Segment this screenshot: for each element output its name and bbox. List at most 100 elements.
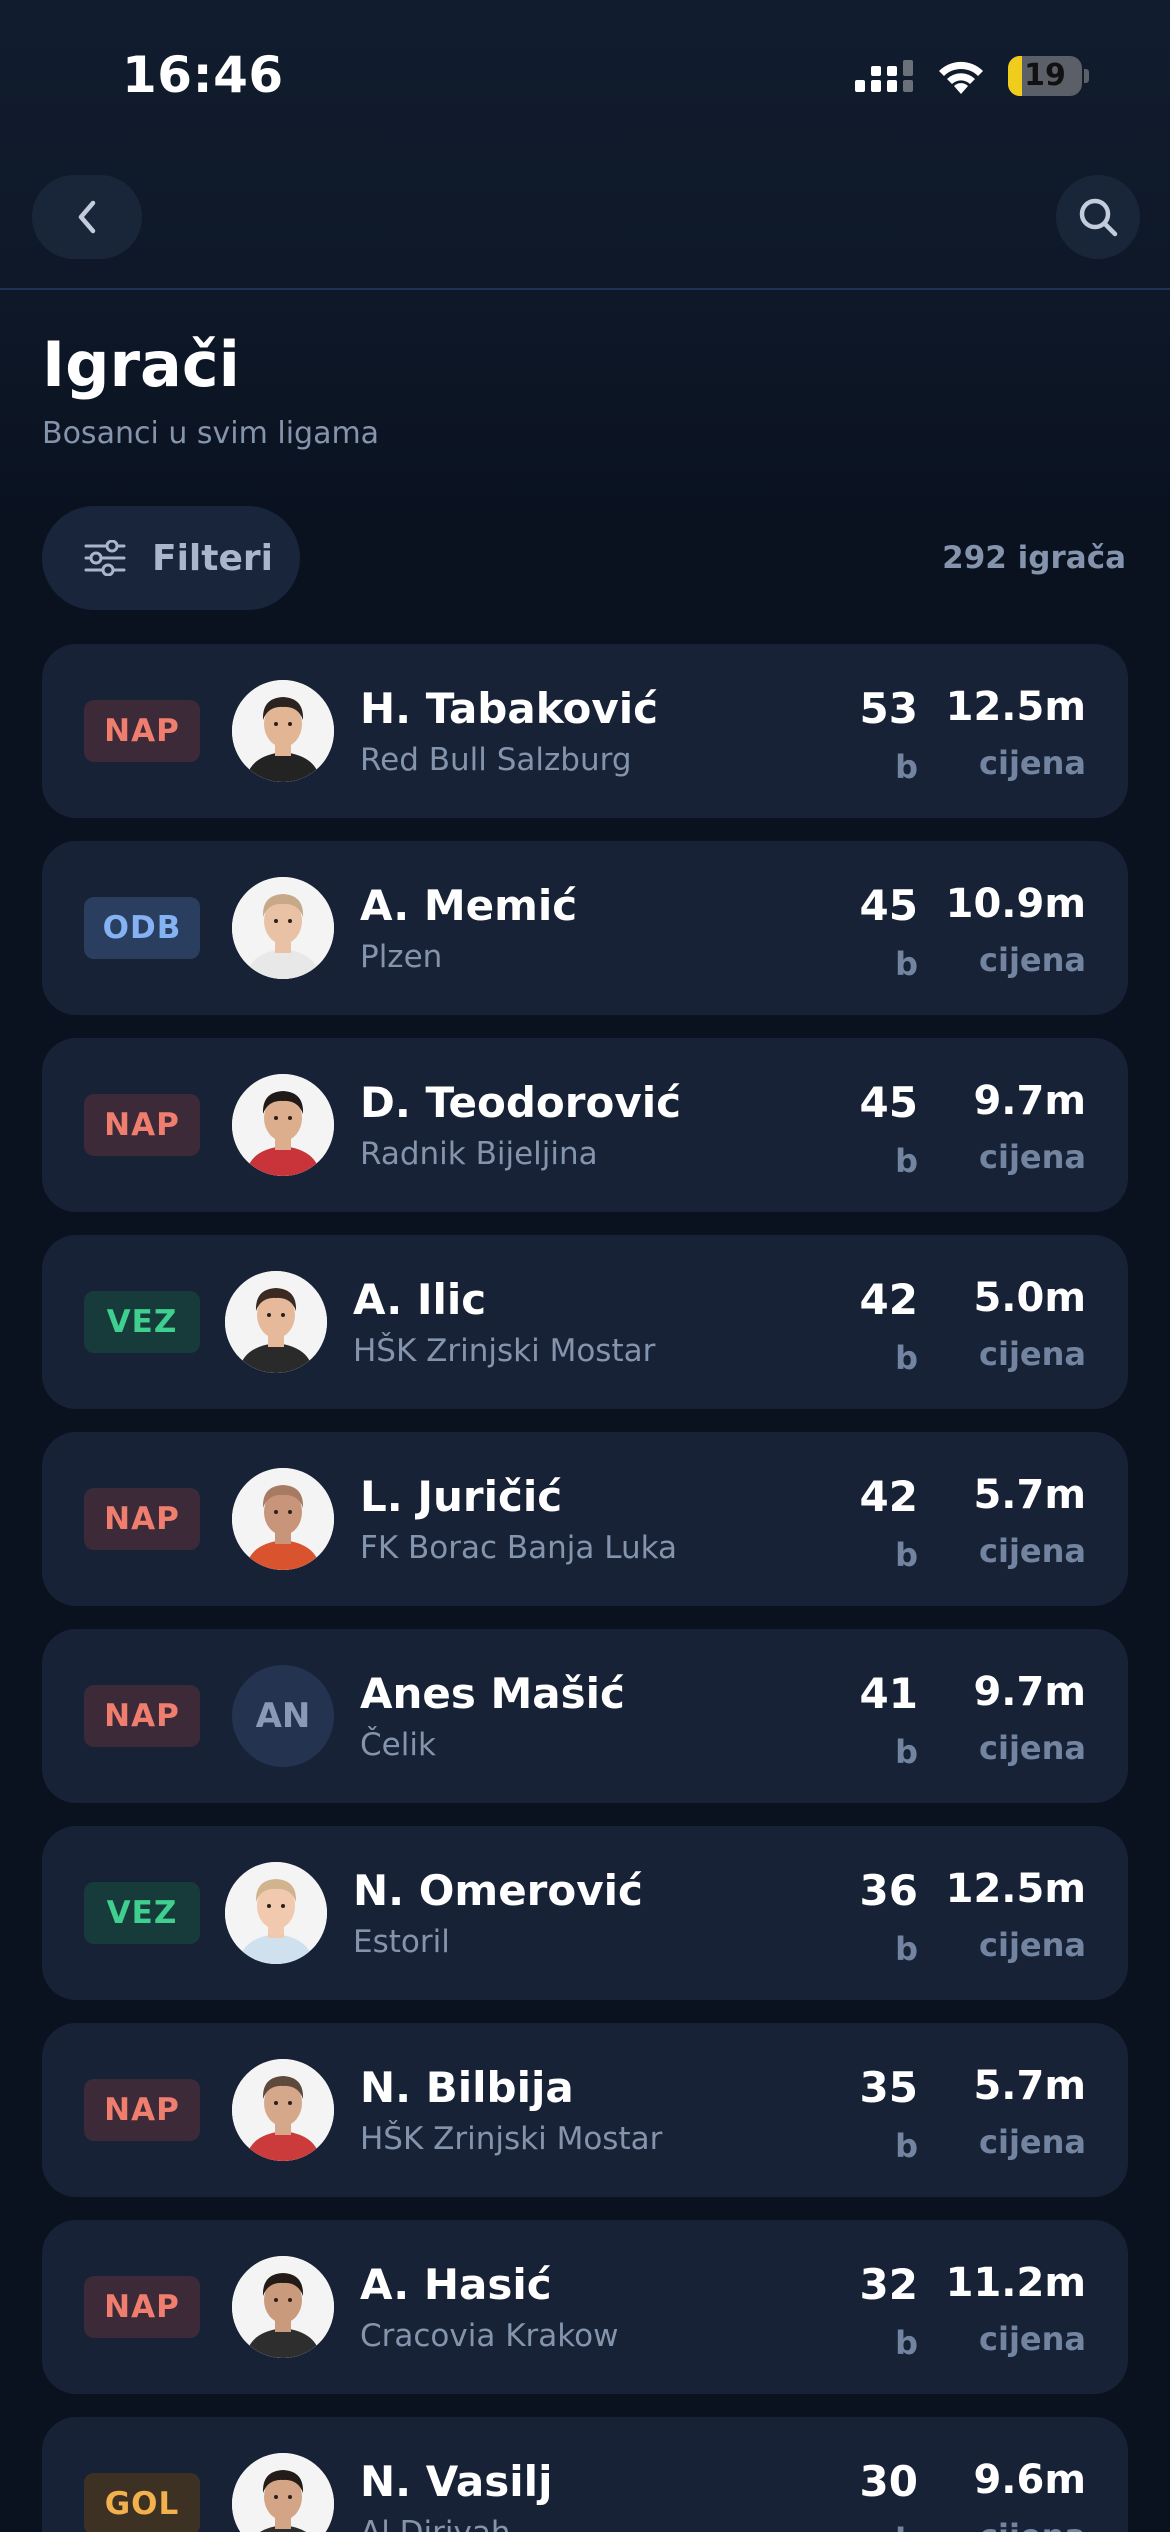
player-row[interactable]: NAP A. Hasić Cracovia Krakow 32 b 11.2m cijena [42,2220,1128,2394]
player-name: L. Juričić [360,1472,563,1521]
player-club: HŠK Zrinjski Mostar [360,2121,663,2157]
player-points: 42 [859,1472,918,1521]
app-screen: 16:46 19 Igrači Bosanci u svim ligama Fi… [0,0,1170,2532]
player-club: Radnik Bijeljina [360,1136,598,1172]
player-row[interactable]: NAP N. Bilbija HŠK Zrinjski Mostar 35 b 5.7m c… [42,2023,1128,2197]
player-points: 41 [859,1669,918,1718]
points-unit-label: b [895,2324,918,2362]
points-unit-label: b [895,2127,918,2165]
player-avatar [232,2453,334,2532]
position-badge: NAP [84,1685,200,1747]
price-unit-label: cijena [979,1926,1086,1964]
player-name: Anes Mašić [360,1669,625,1718]
price-unit-label: cijena [979,1138,1086,1176]
points-unit-label: b [895,748,918,786]
player-avatar [232,1074,334,1176]
player-points: 45 [859,1078,918,1127]
price-unit-label: cijena [979,1335,1086,1373]
position-badge: GOL [84,2473,200,2532]
player-name: H. Tabaković [360,684,659,733]
player-name: D. Teodorović [360,1078,682,1127]
position-badge: VEZ [84,1882,200,1944]
player-points: 42 [859,1275,918,1324]
search-icon [1079,198,1118,237]
chevron-left-icon [78,200,96,234]
player-price: 9.6m [973,2457,1086,2503]
sliders-icon [84,540,126,576]
price-unit-label: cijena [979,2517,1086,2532]
points-unit-label: b [895,1339,918,1377]
player-avatar [232,680,334,782]
position-badge: NAP [84,2276,200,2338]
filter-label: Filteri [152,537,273,579]
player-club: Cracovia Krakow [360,2318,619,2354]
back-button[interactable] [32,175,142,259]
player-row[interactable]: VEZ N. Omerović Estoril 36 b 12.5m cijena [42,1826,1128,2000]
page-title: Igrači [42,328,240,401]
player-points: 36 [859,1866,918,1915]
player-club: Plzen [360,939,443,975]
position-badge: NAP [84,1094,200,1156]
price-unit-label: cijena [979,2123,1086,2161]
wifi-icon [939,61,983,94]
battery-icon: 19 [1008,56,1089,96]
price-unit-label: cijena [979,941,1086,979]
player-row[interactable]: NAP H. Tabaković Red Bull Salzburg 53 b 12.5m… [42,644,1128,818]
points-unit-label: b [895,1536,918,1574]
player-row[interactable]: NAP L. Juričić FK Borac Banja Luka 42 b 5.7m c… [42,1432,1128,1606]
price-unit-label: cijena [979,1532,1086,1570]
player-name: A. Ilic [353,1275,487,1324]
position-badge: NAP [84,2079,200,2141]
player-club: Red Bull Salzburg [360,742,632,778]
status-bar: 16:46 19 [0,0,1170,140]
player-count: 292 igrača [942,540,1126,576]
player-price: 10.9m [945,881,1086,927]
player-row[interactable]: NAP AN Anes Mašić Čelik 41 b 9.7m cijena [42,1629,1128,1803]
position-badge: VEZ [84,1291,200,1353]
cellular-signal-icon [855,60,913,92]
points-unit-label: b [895,1733,918,1771]
player-avatar [232,2059,334,2161]
player-avatar [232,877,334,979]
player-avatar [225,1271,327,1373]
points-unit-label: b [895,2521,918,2532]
filter-button[interactable]: Filteri [42,506,300,610]
player-price: 5.7m [973,2063,1086,2109]
position-badge: ODB [84,897,200,959]
points-unit-label: b [895,1930,918,1968]
player-name: N. Omerović [353,1866,643,1915]
player-club: Čelik [360,1727,436,1763]
points-unit-label: b [895,945,918,983]
player-avatar [232,1468,334,1570]
player-name: A. Hasić [360,2260,552,2309]
player-club: FK Borac Banja Luka [360,1530,678,1566]
page-subtitle: Bosanci u svim ligama [42,416,380,451]
player-price: 5.7m [973,1472,1086,1518]
player-name: N. Vasilj [360,2457,553,2506]
player-points: 35 [859,2063,918,2112]
player-price: 11.2m [945,2260,1086,2306]
price-unit-label: cijena [979,2320,1086,2358]
player-row[interactable]: GOL N. Vasilj Al Diriyah 30 b 9.6m cijena [42,2417,1128,2532]
player-points: 30 [859,2457,918,2506]
player-avatar [232,2256,334,2358]
position-badge: NAP [84,1488,200,1550]
player-points: 45 [859,881,918,930]
battery-level: 19 [1024,58,1066,93]
player-row[interactable]: NAP D. Teodorović Radnik Bijeljina 45 b 9.7m c… [42,1038,1128,1212]
player-row[interactable]: ODB A. Memić Plzen 45 b 10.9m cijena [42,841,1128,1015]
avatar-initials: AN [232,1665,334,1767]
price-unit-label: cijena [979,1729,1086,1767]
player-club: HŠK Zrinjski Mostar [353,1333,656,1369]
player-club: Estoril [353,1924,450,1960]
search-button[interactable] [1056,175,1140,259]
status-time: 16:46 [122,46,284,104]
player-price: 9.7m [973,1078,1086,1124]
player-name: A. Memić [360,881,578,930]
player-price: 5.0m [973,1275,1086,1321]
player-price: 9.7m [973,1669,1086,1715]
player-club: Al Diriyah [360,2515,511,2532]
player-points: 32 [859,2260,918,2309]
price-unit-label: cijena [979,744,1086,782]
player-row[interactable]: VEZ A. Ilic HŠK Zrinjski Mostar 42 b 5.0m cije… [42,1235,1128,1409]
